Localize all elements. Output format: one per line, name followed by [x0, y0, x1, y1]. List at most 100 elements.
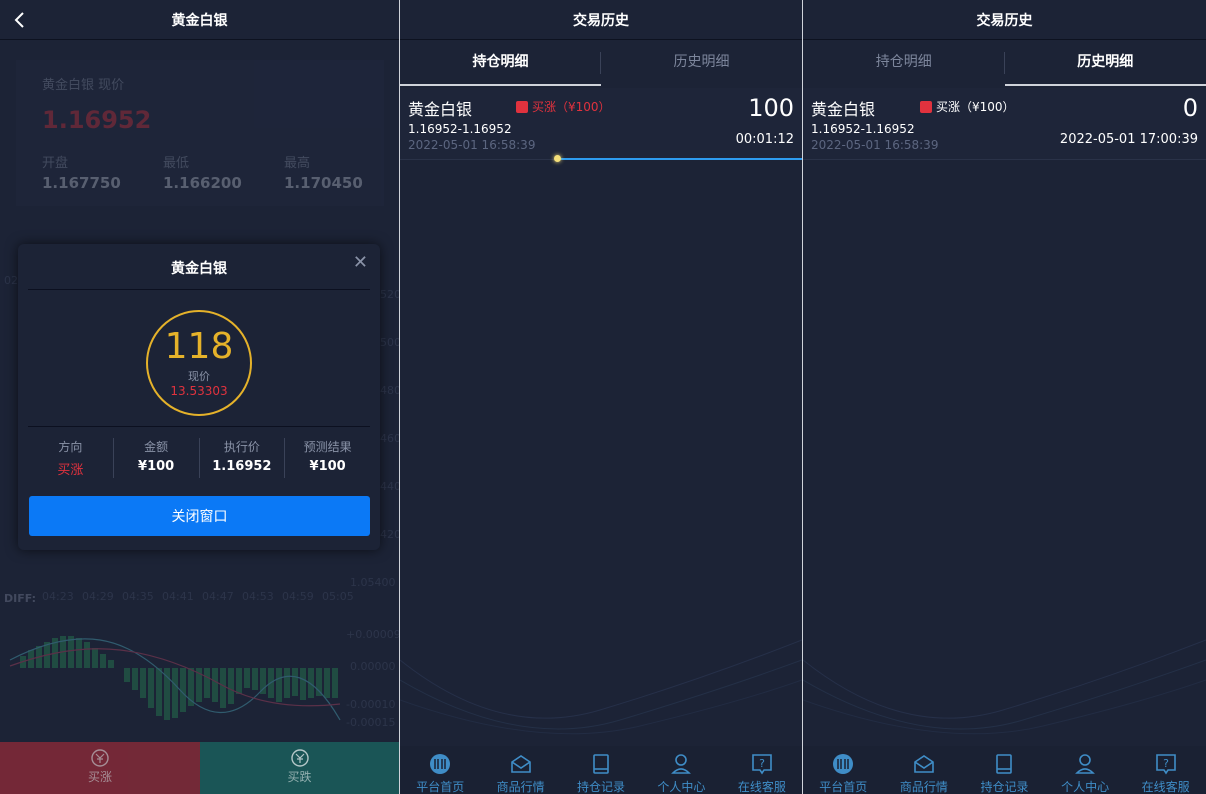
amount-value: ¥100 [138, 459, 175, 474]
user-icon [1075, 754, 1096, 774]
order-card[interactable]: 黄金白银 买涨（¥100） 1.16952-1.16952 2022-05-01… [803, 88, 1206, 160]
direction-text: 买涨（¥100） [532, 100, 611, 114]
current-price-label: 现价 [188, 370, 210, 383]
high-value: 1.170450 [284, 174, 363, 192]
buy-up-label: 买涨 [87, 770, 112, 784]
diff-label: DIFF: [4, 592, 37, 605]
order-card[interactable]: 黄金白银 买涨（¥100） 1.16952-1.16952 2022-05-01… [400, 88, 802, 160]
countdown-progress-bar [557, 158, 802, 160]
strike-label: 执行价 [223, 440, 260, 454]
progress-dot [554, 155, 561, 162]
envelope-icon [914, 755, 934, 773]
help-icon: ? [1155, 754, 1176, 775]
divider [28, 289, 370, 290]
forecast-value: ¥100 [309, 459, 346, 474]
nav-label: 在线客服 [737, 780, 786, 794]
direction-badge: 买涨（¥100） [516, 98, 611, 115]
svg-text:?: ? [759, 757, 765, 770]
order-amount: 100 [748, 94, 794, 122]
up-arrow-icon [516, 101, 528, 113]
close-time: 2022-05-01 17:00:39 [1059, 132, 1198, 147]
document-icon [593, 754, 609, 774]
nav-label: 平台首页 [819, 780, 868, 794]
x-tick: 05:05 [322, 590, 354, 603]
direction-text: 买涨（¥100） [936, 100, 1015, 114]
history-tabs: 持仓明细 历史明细 [400, 42, 802, 86]
tab-open-positions[interactable]: 持仓明细 [400, 42, 601, 86]
nav-label: 个人中心 [657, 780, 706, 794]
nav-market[interactable]: 商品行情 [480, 746, 560, 794]
remaining-time: 00:01:12 [735, 132, 794, 147]
order-time: 2022-05-01 16:58:39 [811, 138, 939, 152]
page-header: 交易历史 [400, 0, 802, 40]
direction-label: 方向 [58, 440, 83, 454]
nav-positions[interactable]: 持仓记录 [964, 746, 1045, 794]
y-tick: 480 [380, 384, 399, 397]
nav-label: 在线客服 [1141, 780, 1190, 794]
y-tick: 460 [380, 432, 399, 445]
nav-label: 商品行情 [496, 780, 545, 794]
nav-positions[interactable]: 持仓记录 [561, 746, 641, 794]
order-result-modal: 黄金白银 ✕ 118 现价 13.53303 方向 买涨 金额 ¥100 执行价… [18, 244, 380, 550]
y-tick: 440 [380, 480, 399, 493]
help-icon: ? [752, 754, 772, 775]
nav-label: 个人中心 [1061, 780, 1110, 794]
home-icon [430, 754, 451, 774]
tab-open-positions[interactable]: 持仓明细 [803, 42, 1005, 86]
nav-support[interactable]: ? 在线客服 [722, 746, 802, 794]
order-name: 黄金白银 [811, 100, 876, 119]
buy-up-button[interactable]: 买涨 [0, 742, 200, 794]
direction-value: 买涨 [57, 463, 84, 478]
open-value: 1.167750 [42, 174, 121, 192]
tab-history[interactable]: 历史明细 [601, 42, 802, 86]
x-tick: 04:35 [122, 590, 154, 603]
nav-profile[interactable]: 个人中心 [1045, 746, 1126, 794]
home-icon [833, 754, 854, 774]
nav-market[interactable]: 商品行情 [884, 746, 965, 794]
direction-col: 方向 买涨 [28, 438, 114, 478]
tab-divider [1004, 52, 1005, 74]
page-title: 黄金白银 [171, 12, 228, 29]
nav-home[interactable]: 平台首页 [803, 746, 884, 794]
low-label: 最低 [163, 156, 190, 171]
nav-profile[interactable]: 个人中心 [641, 746, 721, 794]
bottom-nav: 平台首页 商品行情 持仓记录 个人中心 ? 在线客服 [803, 746, 1206, 794]
tab-history[interactable]: 历史明细 [1004, 42, 1206, 86]
quote-price: 1.16952 [42, 106, 152, 134]
countdown-ring: 118 现价 13.53303 [146, 310, 252, 416]
page-header: 黄金白银 [0, 0, 399, 40]
order-time: 2022-05-01 16:58:39 [408, 138, 536, 152]
x-tick: 04:23 [42, 590, 74, 603]
nav-label: 商品行情 [899, 780, 948, 794]
amount-label: 金额 [144, 440, 169, 454]
open-label: 开盘 [42, 156, 69, 171]
nav-home[interactable]: 平台首页 [400, 746, 480, 794]
quote-name: 黄金白银 现价 [42, 78, 125, 93]
page-header: 交易历史 [803, 0, 1206, 40]
nav-label: 平台首页 [416, 780, 465, 794]
page-title: 交易历史 [976, 12, 1033, 29]
forecast-label: 预测结果 [303, 440, 352, 454]
up-arrow-icon [920, 101, 932, 113]
price-range: 1.16952-1.16952 [811, 122, 915, 136]
trade-history-open-panel: 交易历史 持仓明细 历史明细 黄金白银 买涨（¥100） 1.16952-1.1… [400, 0, 802, 794]
tab-divider [600, 52, 601, 74]
macd-tick: -0.00010 [346, 698, 396, 711]
buy-down-button[interactable]: 买跌 [200, 742, 399, 794]
macd-tick: 0.00000 [350, 660, 396, 673]
svg-text:?: ? [1163, 757, 1169, 770]
x-tick: 04:53 [242, 590, 274, 603]
order-summary: 方向 买涨 金额 ¥100 执行价 1.16952 预测结果 ¥100 [28, 438, 370, 478]
close-window-button[interactable]: 关闭窗口 [29, 496, 370, 536]
close-icon[interactable]: ✕ [353, 252, 368, 273]
current-price-value: 13.53303 [170, 384, 228, 398]
yen-coin-icon [290, 749, 309, 767]
x-tick: 04:47 [202, 590, 234, 603]
direction-badge: 买涨（¥100） [920, 98, 1015, 115]
buy-down-label: 买跌 [287, 770, 312, 784]
macd-tick: +0.00009 [346, 628, 399, 641]
order-profit: 0 [1182, 94, 1198, 122]
back-arrow-icon[interactable] [10, 10, 30, 30]
macd-histogram [9, 636, 341, 721]
nav-support[interactable]: ? 在线客服 [1125, 746, 1206, 794]
